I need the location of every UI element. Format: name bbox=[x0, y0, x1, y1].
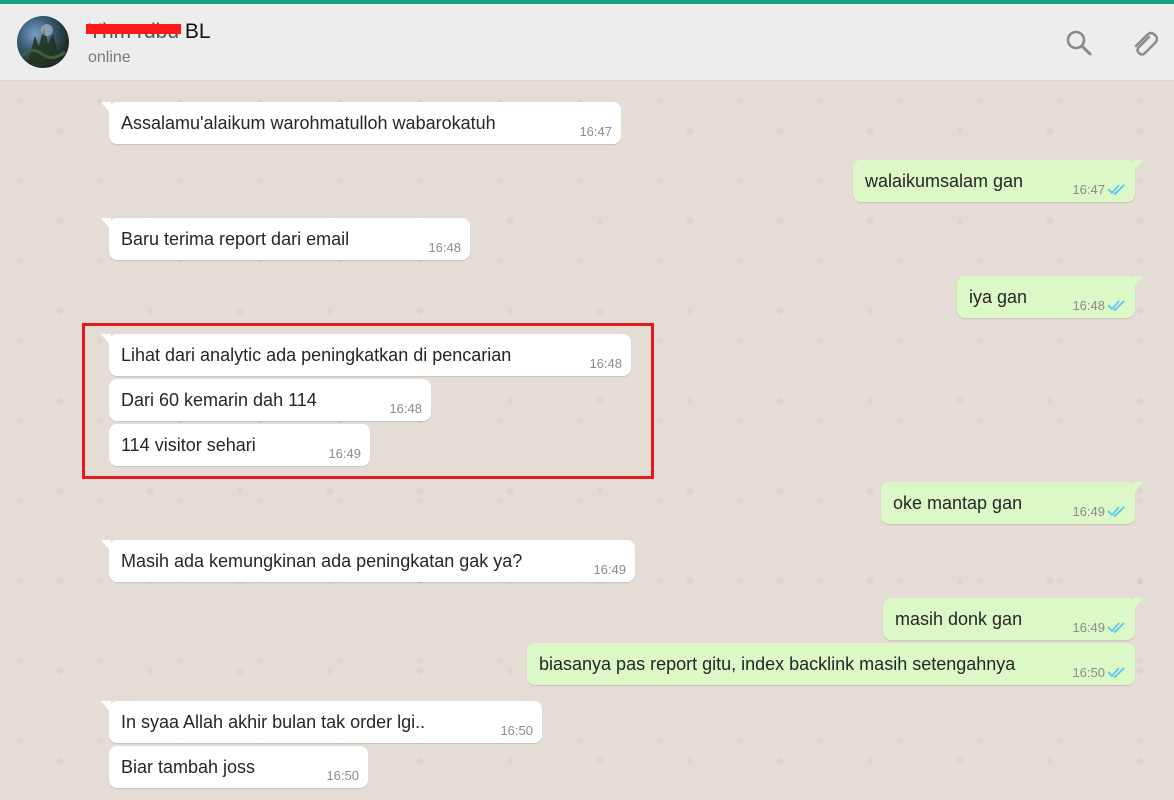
message-text: Masih ada kemungkinan ada peningkatan ga… bbox=[121, 551, 523, 571]
message-outgoing[interactable]: iya gan 16:48 bbox=[957, 276, 1143, 318]
message-incoming[interactable]: In syaa Allah akhir bulan tak order lgi.… bbox=[101, 701, 542, 743]
message-time: 16:49 bbox=[328, 446, 361, 461]
message-text: Lihat dari analytic ada peningkatkan di … bbox=[121, 345, 512, 365]
contact-name[interactable]: Yhm rdbu BL bbox=[85, 20, 211, 46]
contact-avatar[interactable] bbox=[17, 16, 69, 68]
search-icon[interactable] bbox=[1064, 28, 1094, 58]
message-time: 16:50 bbox=[326, 768, 359, 783]
message-text: Dari 60 kemarin dah 114 bbox=[121, 390, 317, 410]
contact-name-visible: BL bbox=[184, 20, 211, 43]
message-time: 16:49 bbox=[1072, 504, 1105, 519]
message-text: Assalamu'alaikum warohmatulloh wabarokat… bbox=[121, 113, 496, 133]
paperclip-icon[interactable] bbox=[1128, 28, 1159, 58]
double-check-icon bbox=[1107, 667, 1125, 678]
double-check-icon bbox=[1107, 300, 1125, 311]
message-time: 16:50 bbox=[1072, 665, 1105, 680]
double-check-icon bbox=[1107, 184, 1125, 195]
message-incoming[interactable]: Biar tambah joss 16:50 bbox=[109, 746, 368, 788]
message-outgoing[interactable]: biasanya pas report gitu, index backlink… bbox=[527, 643, 1135, 685]
redacted-name: Yhm rdbu bbox=[85, 20, 182, 43]
message-time: 16:49 bbox=[593, 562, 626, 577]
message-time: 16:48 bbox=[1072, 298, 1105, 313]
message-time: 16:47 bbox=[1072, 182, 1105, 197]
chat-header: Yhm rdbu BL online bbox=[0, 4, 1174, 81]
message-incoming[interactable]: Assalamu'alaikum warohmatulloh wabarokat… bbox=[101, 102, 621, 144]
message-incoming[interactable]: Lihat dari analytic ada peningkatkan di … bbox=[101, 334, 631, 376]
message-incoming[interactable]: 114 visitor sehari 16:49 bbox=[109, 424, 370, 466]
message-time: 16:50 bbox=[500, 723, 533, 738]
message-time: 16:49 bbox=[1072, 620, 1105, 635]
message-outgoing[interactable]: oke mantap gan 16:49 bbox=[881, 482, 1143, 524]
message-outgoing[interactable]: masih donk gan 16:49 bbox=[883, 598, 1143, 640]
message-text: masih donk gan bbox=[895, 609, 1023, 629]
message-text: Baru terima report dari email bbox=[121, 229, 350, 249]
message-text: biasanya pas report gitu, index backlink… bbox=[539, 654, 1016, 674]
double-check-icon bbox=[1107, 506, 1125, 517]
message-outgoing[interactable]: walaikumsalam gan 16:47 bbox=[853, 160, 1143, 202]
message-text: Biar tambah joss bbox=[121, 757, 256, 777]
message-incoming[interactable]: Baru terima report dari email 16:48 bbox=[101, 218, 470, 260]
message-incoming[interactable]: Dari 60 kemarin dah 114 16:48 bbox=[109, 379, 431, 421]
message-time: 16:48 bbox=[428, 240, 461, 255]
message-text: 114 visitor sehari bbox=[121, 435, 256, 455]
contact-status: online bbox=[88, 49, 131, 66]
message-time: 16:47 bbox=[579, 124, 612, 139]
message-text: oke mantap gan bbox=[893, 493, 1023, 513]
message-text: walaikumsalam gan bbox=[865, 171, 1024, 191]
message-text: iya gan bbox=[969, 287, 1028, 307]
message-incoming[interactable]: Masih ada kemungkinan ada peningkatan ga… bbox=[101, 540, 635, 582]
chat-area[interactable]: Assalamu'alaikum warohmatulloh wabarokat… bbox=[0, 81, 1174, 800]
message-time: 16:48 bbox=[589, 356, 622, 371]
double-check-icon bbox=[1107, 622, 1125, 633]
message-text: In syaa Allah akhir bulan tak order lgi.… bbox=[121, 712, 426, 732]
message-time: 16:48 bbox=[389, 401, 422, 416]
